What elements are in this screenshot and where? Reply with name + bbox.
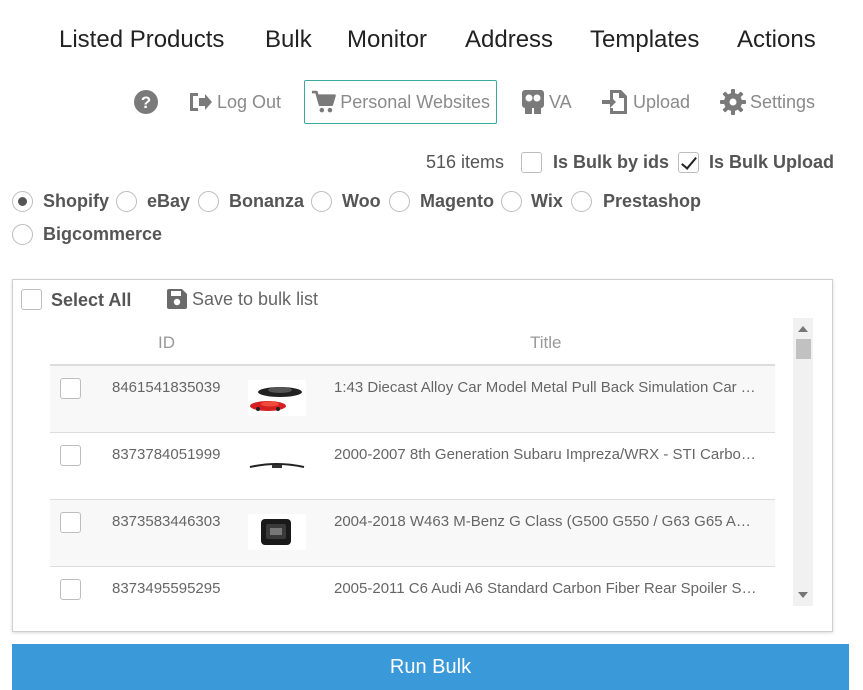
settings-label: Settings: [750, 91, 816, 112]
row-title: 1:43 Diecast Alloy Car Model Metal Pull …: [334, 379, 759, 396]
product-thumbnail-rear-spoiler: [248, 581, 306, 606]
top-nav: Listed Products Bulk Monitor Address Tem…: [0, 26, 863, 60]
run-bulk-button[interactable]: Run Bulk: [12, 644, 849, 690]
table-row[interactable]: 8373495595295 2005-2011 C6 Audi A6 Stand…: [50, 567, 775, 606]
column-header-title[interactable]: Title: [530, 333, 562, 353]
products-table: ID Title 8461541835039 1:43 Diecast Allo…: [50, 318, 775, 606]
product-thumbnail-toy-cars: [248, 380, 306, 416]
radio-label-ebay: eBay: [147, 191, 191, 211]
radio-wix[interactable]: [501, 191, 522, 212]
bulk-upload-label: Is Bulk Upload: [709, 152, 835, 172]
bulk-by-ids-checkbox[interactable]: [521, 152, 542, 173]
product-thumbnail-spoiler-strip: [248, 447, 306, 483]
row-title: 2000-2007 8th Generation Subaru Impreza/…: [334, 446, 759, 463]
personal-websites-button[interactable]: Personal Websites: [304, 80, 497, 124]
nav-actions[interactable]: Actions: [737, 26, 816, 54]
file-import-icon: [602, 90, 627, 114]
radio-label-magento: Magento: [420, 191, 494, 211]
product-thumbnail-carbon-cover: [248, 514, 306, 550]
gear-icon: [720, 89, 746, 115]
save-to-bulk-label: Save to bulk list: [192, 288, 319, 309]
radio-label-prestashop: Prestashop: [603, 191, 702, 211]
radio-woo[interactable]: [311, 191, 332, 212]
row-id: 8373583446303: [112, 513, 221, 530]
table-row[interactable]: 8373583446303 2004-2018 W463 M-Benz G Cl…: [50, 500, 775, 567]
row-checkbox[interactable]: [60, 512, 81, 533]
svg-text:?: ?: [141, 93, 151, 112]
table-row[interactable]: 8373784051999 2000-2007 8th Generation S…: [50, 433, 775, 500]
va-label: VA: [549, 91, 572, 112]
shopping-cart-icon: [311, 90, 336, 113]
radio-label-wix: Wix: [531, 191, 563, 211]
table-header: ID Title: [50, 318, 775, 366]
row-title: 2004-2018 W463 M-Benz G Class (G500 G550…: [334, 513, 759, 530]
row-title: 2005-2011 C6 Audi A6 Standard Carbon Fib…: [334, 580, 759, 597]
nav-monitor[interactable]: Monitor: [347, 26, 427, 54]
question-circle-icon: ?: [134, 90, 158, 114]
radio-magento[interactable]: [389, 191, 410, 212]
logout-button[interactable]: Log Out: [187, 80, 281, 124]
toolbar: ? Log Out Personal Websites VA Upload Se…: [0, 80, 863, 126]
save-to-bulk-button[interactable]: Save to bulk list: [166, 288, 318, 310]
row-checkbox[interactable]: [60, 579, 81, 600]
bulk-by-ids-label: Is Bulk by ids: [553, 152, 670, 172]
row-id: 8373784051999: [112, 446, 221, 463]
row-checkbox[interactable]: [60, 378, 81, 399]
floppy-disk-icon: [167, 289, 187, 309]
help-button[interactable]: ?: [133, 80, 159, 124]
nav-address[interactable]: Address: [465, 26, 553, 54]
item-count: 516 items: [426, 152, 505, 172]
radio-label-bonanza: Bonanza: [229, 191, 305, 211]
nav-listed-products[interactable]: Listed Products: [59, 26, 224, 54]
radio-ebay[interactable]: [116, 191, 137, 212]
scroll-up-arrow-icon[interactable]: [798, 326, 808, 332]
nav-bulk[interactable]: Bulk: [265, 26, 312, 54]
select-all-checkbox[interactable]: [21, 289, 42, 310]
scroll-down-arrow-icon[interactable]: [798, 592, 808, 598]
upload-label: Upload: [633, 91, 691, 112]
upload-button[interactable]: Upload: [601, 80, 690, 124]
radio-label-shopify: Shopify: [43, 191, 109, 211]
scrollbar-thumb[interactable]: [796, 339, 811, 359]
radio-label-bigcommerce: Bigcommerce: [43, 224, 163, 244]
bulk-upload-checkbox[interactable]: [678, 152, 699, 173]
users-icon: [522, 90, 544, 114]
radio-label-woo: Woo: [342, 191, 381, 211]
select-all-label: Select All: [51, 290, 132, 310]
row-checkbox[interactable]: [60, 445, 81, 466]
column-header-id[interactable]: ID: [158, 333, 175, 353]
table-row[interactable]: 8461541835039 1:43 Diecast Alloy Car Mod…: [50, 366, 775, 433]
table-scrollbar[interactable]: [793, 318, 813, 606]
row-id: 8373495595295: [112, 580, 221, 597]
radio-bigcommerce[interactable]: [12, 224, 33, 245]
products-panel: Select All Save to bulk list ID Title 84…: [12, 279, 833, 632]
settings-button[interactable]: Settings: [720, 80, 815, 124]
personal-websites-label: Personal Websites: [340, 91, 490, 112]
sign-out-icon: [190, 93, 212, 111]
radio-prestashop[interactable]: [571, 191, 592, 212]
logout-label: Log Out: [217, 91, 282, 112]
radio-shopify[interactable]: [12, 191, 33, 212]
row-id: 8461541835039: [112, 379, 221, 396]
va-button[interactable]: VA: [521, 80, 572, 124]
nav-templates[interactable]: Templates: [590, 26, 699, 54]
radio-bonanza[interactable]: [198, 191, 219, 212]
